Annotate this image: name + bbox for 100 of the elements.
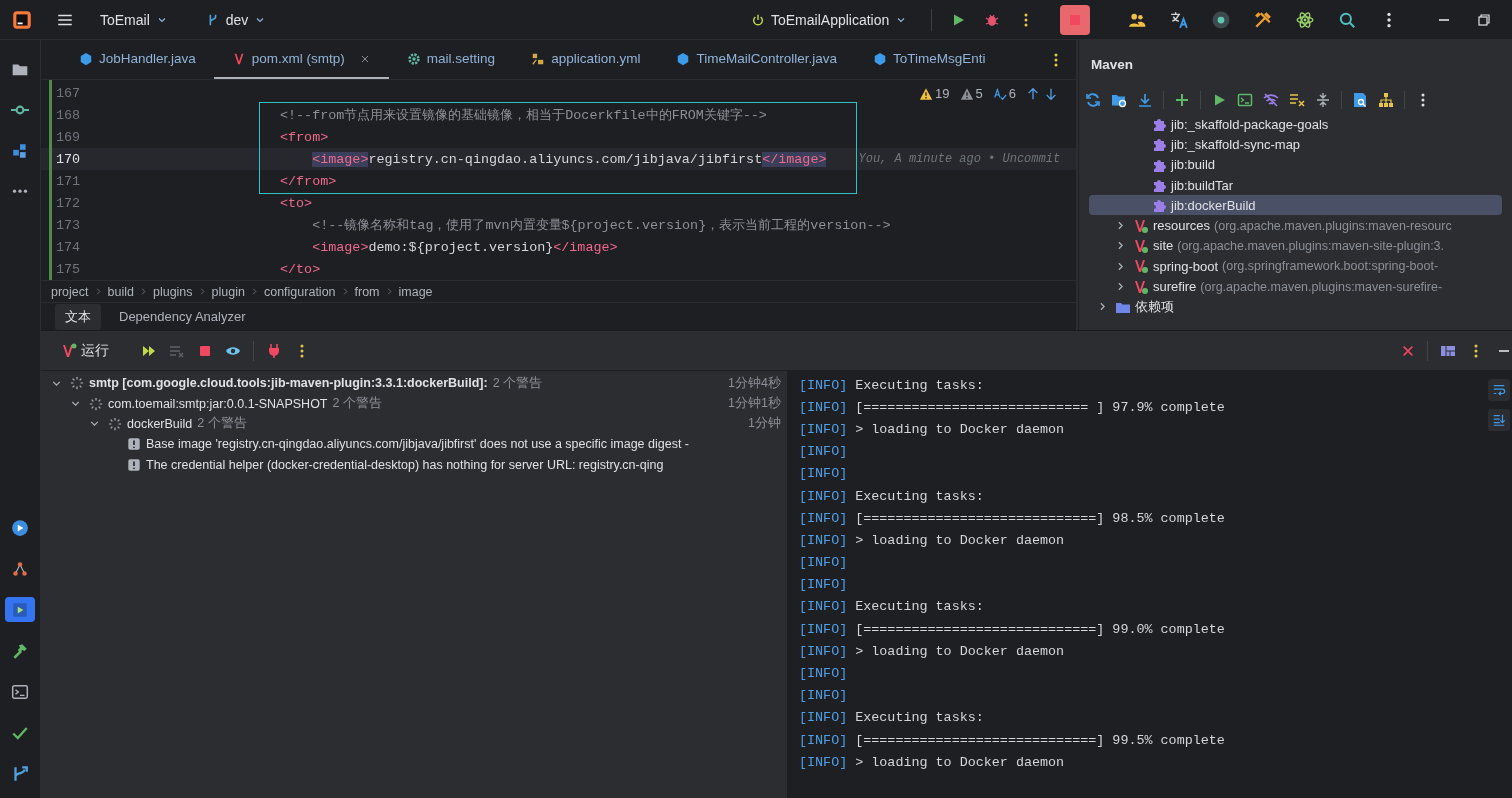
line-number: 173: [54, 217, 81, 233]
plus-icon[interactable]: [1174, 92, 1190, 108]
editor-tab[interactable]: JobHandler.java: [61, 40, 214, 79]
matched-xml-tag: <image>: [312, 151, 369, 167]
log-level: [INFO]: [799, 688, 848, 704]
editor-tab[interactable]: TimeMailController.java: [658, 40, 855, 79]
warning-message[interactable]: Base image 'registry.cn-qingdao.aliyuncs.com/jibjava/jibfirst' does not use a specific image digest -: [146, 437, 689, 452]
line-number: 171: [54, 173, 81, 189]
breadcrumb-item[interactable]: configuration: [263, 284, 336, 299]
warning-count: 2 个警告: [197, 415, 247, 433]
app-logo-icon: [12, 9, 32, 30]
log-message: [=============================] 98.5% complete: [855, 510, 1225, 526]
tree-item[interactable]: spring-boot (org.springframework.boot:spring-boot-: [1089, 256, 1502, 277]
tree-item[interactable]: 依赖项: [1089, 296, 1502, 317]
scroll-to-end-button[interactable]: [1487, 409, 1510, 431]
up-arrow-icon[interactable]: [1026, 86, 1040, 101]
stop-button[interactable]: [1060, 4, 1091, 35]
tree-item[interactable]: jib:_skaffold-package-goals: [1089, 114, 1502, 135]
warning-message[interactable]: The credential helper (docker-credential-desktop) has nothing for server URL: registry.cn-qing: [146, 457, 664, 472]
log-message: > loading to Docker daemon: [855, 532, 1065, 548]
refresh-icon[interactable]: [1085, 92, 1101, 108]
translate-icon[interactable]: [1170, 10, 1189, 29]
log-message: > loading to Docker daemon: [855, 421, 1065, 437]
tree-item[interactable]: jib:_skaffold-sync-map: [1089, 134, 1502, 155]
offline-icon[interactable]: [1263, 92, 1279, 108]
collapse-icon[interactable]: [1315, 92, 1331, 108]
plug-icon[interactable]: [266, 342, 282, 359]
editor-tab[interactable]: ToTimeMsgEnti: [854, 40, 1004, 79]
log-message: > loading to Docker daemon: [855, 643, 1065, 659]
log-level: [INFO]: [799, 666, 848, 682]
terminal-icon[interactable]: [1237, 92, 1253, 108]
tree-item[interactable]: jib:dockerBuild: [1089, 195, 1502, 216]
project-selector[interactable]: ToEmail: [94, 7, 174, 32]
panel-title: Maven: [1090, 55, 1135, 74]
maven-plugin-icon: [1133, 258, 1149, 275]
code-comment: <!--from节点用来设置镜像的基础镜像，相当于Docerkfile中的FROM关键字-->: [280, 107, 767, 124]
close-icon[interactable]: [1401, 343, 1415, 358]
warning-icon: [127, 437, 141, 452]
tree-label: jib:_skaffold-sync-map: [1171, 136, 1301, 152]
duration: 1分钟: [748, 415, 782, 433]
run-tab[interactable]: 运行: [55, 337, 115, 364]
cube-icon: [79, 51, 93, 66]
task-label[interactable]: smtp [com.google.cloud.tools:jib-maven-plugin:3.3.1:dockerBuild]:: [89, 376, 488, 391]
log-level: [INFO]: [799, 399, 848, 415]
log-level: [INFO]: [799, 532, 848, 548]
task-label[interactable]: com.toemail:smtp:jar:0.0.1-SNAPSHOT: [108, 396, 328, 411]
inspection-count: 6: [1008, 86, 1016, 101]
blame-hint: You, A minute ago • Uncommit: [858, 152, 1061, 166]
tree-item[interactable]: jib:buildTar: [1089, 174, 1502, 196]
editor-tab[interactable]: pom.xml (smtp): [213, 40, 389, 79]
tree-label: 依赖项: [1135, 297, 1174, 316]
skip-tests-icon[interactable]: [1289, 92, 1305, 108]
breadcrumb-item[interactable]: plugin: [211, 284, 245, 299]
xml-tag: </image>: [553, 239, 618, 255]
tools-icon[interactable]: [1254, 10, 1273, 29]
log-message: Executing tasks:: [855, 599, 984, 615]
restore-icon[interactable]: [1476, 11, 1493, 28]
breadcrumb-item[interactable]: from: [354, 284, 380, 299]
analyze-icon[interactable]: [1352, 92, 1368, 108]
editor-tab[interactable]: mail.setting: [388, 40, 514, 79]
breadcrumb-item[interactable]: build: [107, 284, 134, 299]
down-arrow-icon[interactable]: [1044, 86, 1058, 101]
breadcrumb-item[interactable]: image: [398, 284, 433, 299]
tree-label: spring-boot: [1153, 258, 1219, 274]
editor-view-tab[interactable]: Dependency Analyzer: [109, 305, 256, 328]
spinner-icon: [108, 416, 122, 431]
tree-label: jib:dockerBuild: [1171, 197, 1256, 213]
log-level: [INFO]: [799, 732, 848, 748]
line-number: 169: [54, 129, 81, 145]
tree-item[interactable]: resources (org.apache.maven.plugins:maven-resourc: [1089, 215, 1502, 236]
log-level: [INFO]: [799, 510, 848, 526]
breadcrumb-item[interactable]: project: [51, 284, 89, 299]
tree-item[interactable]: jib:build: [1089, 154, 1502, 175]
diagram-icon[interactable]: [1378, 92, 1394, 108]
search-icon[interactable]: [1338, 10, 1357, 29]
tree-label: resources: [1153, 218, 1211, 234]
editor-tab[interactable]: application.yml: [513, 40, 659, 79]
log-message: Executing tasks:: [855, 488, 984, 504]
maven-plugin-icon: [1133, 278, 1149, 295]
log-level: [INFO]: [799, 577, 848, 593]
breadcrumb-item[interactable]: plugins: [152, 284, 193, 299]
editor-view-tab[interactable]: 文本: [55, 303, 101, 330]
task-label[interactable]: dockerBuild: [127, 416, 193, 431]
atom-icon[interactable]: [1296, 10, 1315, 29]
log-level: [INFO]: [799, 555, 848, 571]
tree-item[interactable]: site (org.apache.maven.plugins:maven-site-plugin:3.: [1089, 235, 1502, 257]
warning-count: 2 个警告: [332, 395, 382, 413]
branch-selector[interactable]: dev: [199, 7, 273, 32]
run-configuration-selector[interactable]: ToEmailApplication: [745, 7, 914, 32]
tree-item[interactable]: surefire (org.apache.maven.plugins:maven-surefire-: [1089, 276, 1502, 297]
xml-tag: <image>: [312, 239, 369, 255]
log-level: [INFO]: [799, 621, 848, 637]
soft-wrap-button[interactable]: [1487, 379, 1510, 401]
code-text: registry.cn-qingdao.aliyuncs.com/jibjava/jibfirst: [368, 151, 763, 167]
code-comment: <!--镜像名称和tag，使用了mvn内置变量${project.version}，表示当前工程的version-->: [312, 217, 891, 234]
hammer-icon: [11, 641, 29, 660]
xml-tag: <to>: [280, 195, 313, 211]
dot-icon[interactable]: [1212, 10, 1231, 29]
folder-refresh-icon[interactable]: [1111, 92, 1127, 108]
download-icon[interactable]: [1137, 92, 1153, 108]
